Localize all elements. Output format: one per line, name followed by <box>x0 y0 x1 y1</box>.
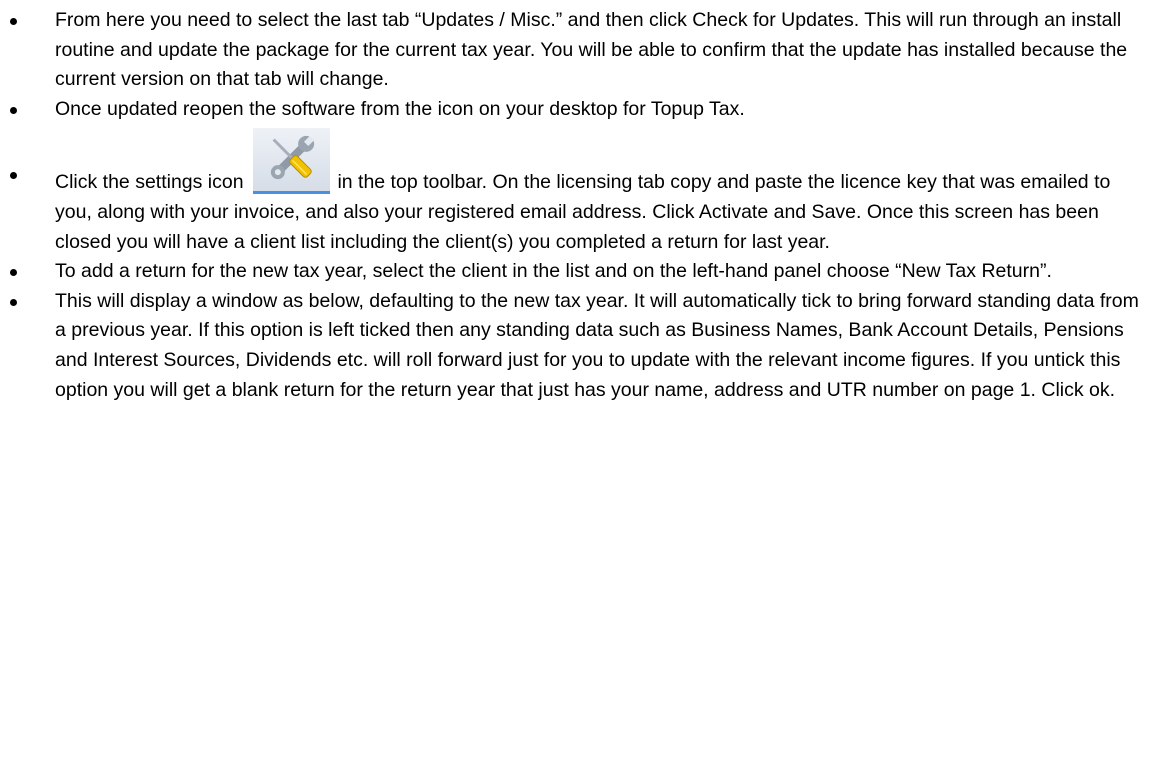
bullet-icon <box>10 269 17 277</box>
bullet-icon <box>10 106 17 114</box>
list-item-text: To add a return for the new tax year, se… <box>55 260 1052 283</box>
document-page: From here you need to select the last ta… <box>0 0 1170 760</box>
list-item-reopen-software: Once updated reopen the software from th… <box>0 95 1170 125</box>
instruction-list: From here you need to select the last ta… <box>0 6 1170 405</box>
screwdriver-wrench-icon <box>270 136 315 180</box>
list-item-display-window: This will display a window as below, def… <box>0 287 1170 405</box>
bullet-icon <box>10 298 17 306</box>
list-item-text: Once updated reopen the software from th… <box>55 97 745 120</box>
list-item-check-updates: From here you need to select the last ta… <box>0 6 1170 95</box>
settings-icon-wrapper <box>253 128 331 195</box>
list-item-text: This will display a window as below, def… <box>55 289 1139 401</box>
bullet-icon <box>10 18 17 25</box>
list-item-settings: Click the settings icon in the top toolb… <box>0 124 1170 257</box>
list-item-text-before-icon: Click the settings icon <box>55 171 244 194</box>
list-item-new-tax-return: To add a return for the new tax year, se… <box>0 257 1170 287</box>
list-item-text: From here you need to select the last ta… <box>55 9 1128 91</box>
bullet-icon <box>10 172 17 180</box>
settings-tools-icon <box>253 128 331 195</box>
